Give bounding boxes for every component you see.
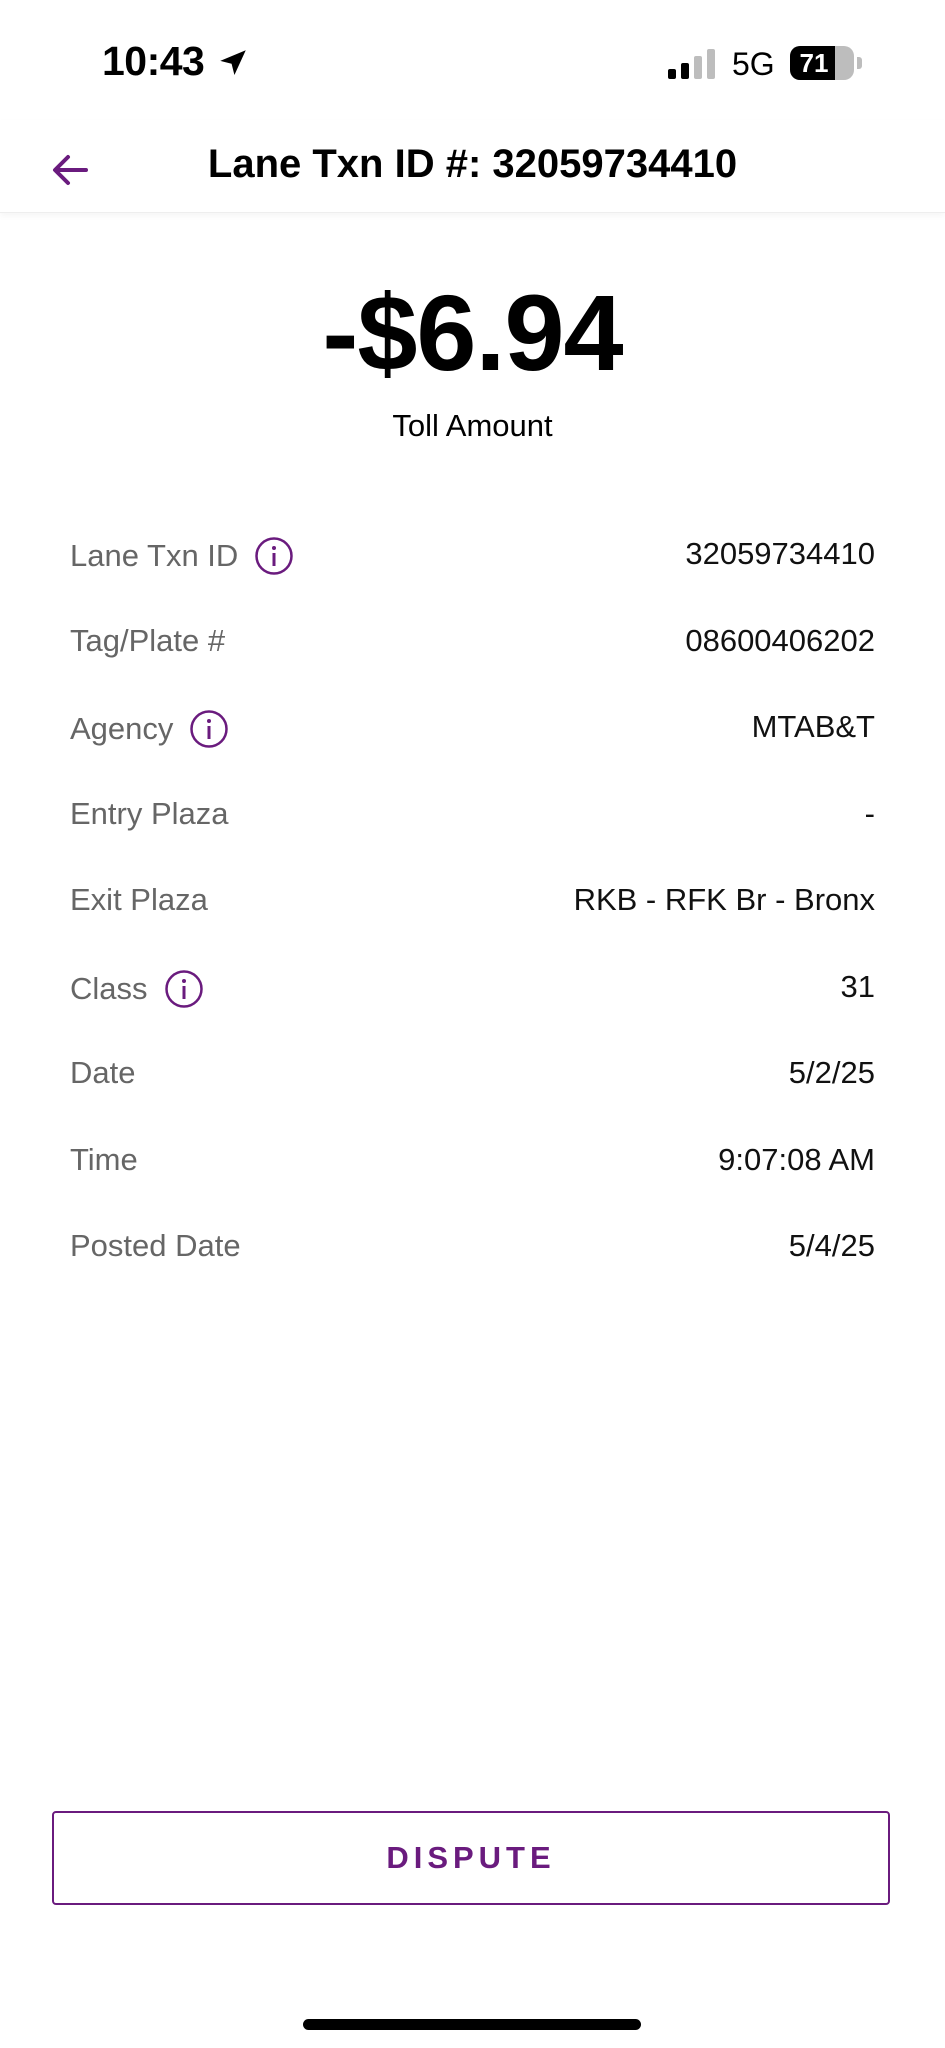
info-icon[interactable] [189,709,229,749]
detail-value: RKB - RFK Br - Bronx [573,882,875,917]
network-type: 5G [732,46,775,82]
detail-label: Posted Date [70,1228,241,1263]
info-icon[interactable] [254,536,294,576]
detail-row-tag-plate: Tag/Plate # 08600406202 [70,609,875,696]
battery-level: 71 [799,48,829,78]
status-bar: 10:43 5G 71 [0,0,945,120]
header: Lane Txn ID #: 32059734410 [0,120,945,213]
cellular-signal-icon [668,49,715,79]
detail-row-agency: Agency MTAB&T [70,695,875,782]
toll-amount-label: Toll Amount [392,408,553,443]
toll-amount-value: -$6.94 [322,272,623,393]
home-indicator[interactable] [303,2019,641,2030]
detail-label: Class [70,970,148,1006]
info-icon[interactable] [164,969,204,1009]
detail-row-date: Date 5/2/25 [70,1041,875,1128]
detail-value: 5/2/25 [788,1055,875,1090]
detail-label: Lane Txn ID [70,538,239,573]
page-title: Lane Txn ID #: 32059734410 [207,142,738,186]
detail-label: Date [70,1055,136,1090]
detail-row-lane-txn-id: Lane Txn ID 32059734410 [70,522,875,609]
detail-row-entry-plaza: Entry Plaza - [70,782,875,869]
detail-value: MTAB&T [751,709,875,744]
detail-label: Agency [70,711,174,746]
battery-icon: 71 [790,46,862,80]
detail-row-exit-plaza: Exit Plaza RKB - RFK Br - Bronx [70,868,875,955]
detail-label: Time [70,1141,138,1177]
detail-row-class: Class 31 [70,955,875,1042]
location-arrow-icon [220,50,246,76]
detail-label: Entry Plaza [70,795,229,831]
dispute-button[interactable]: DISPUTE [52,1811,890,1905]
status-time: 10:43 [102,38,205,84]
detail-label: Tag/Plate # [70,622,226,658]
detail-value: - [864,795,875,831]
detail-value: 32059734410 [685,536,875,571]
detail-value: 08600406202 [685,622,875,658]
detail-label: Exit Plaza [70,882,208,917]
detail-value: 5/4/25 [788,1228,875,1263]
detail-row-time: Time 9:07:08 AM [70,1128,875,1215]
detail-value: 9:07:08 AM [718,1141,875,1177]
detail-row-posted-date: Posted Date 5/4/25 [70,1214,875,1301]
detail-value: 31 [840,968,875,1004]
transaction-details: Lane Txn ID 32059734410 Tag/Plate # 0860… [70,522,875,1301]
